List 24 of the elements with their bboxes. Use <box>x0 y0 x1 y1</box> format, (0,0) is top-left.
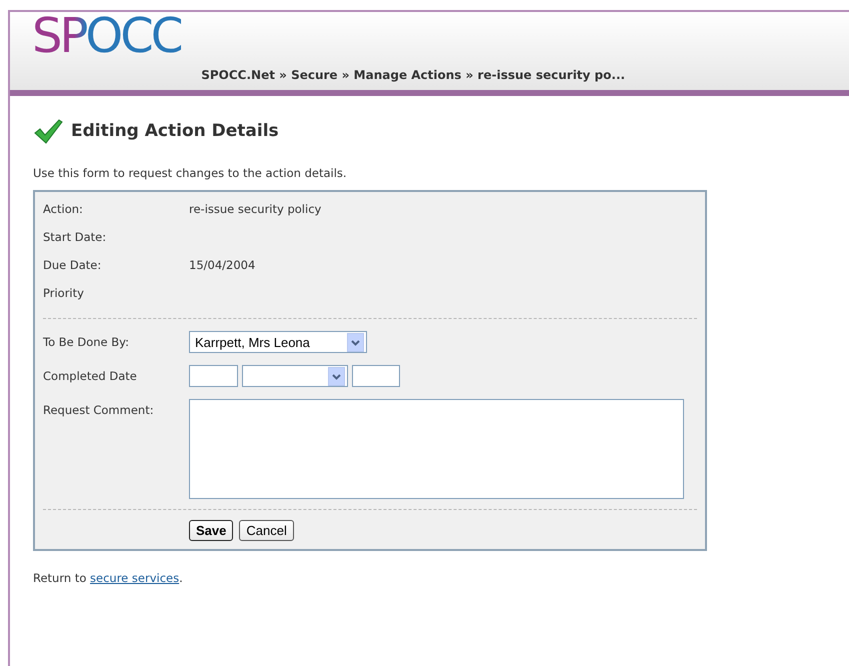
detail-value: 15/04/2004 <box>189 257 256 272</box>
month-dropdown[interactable] <box>242 365 348 387</box>
detail-label: Due Date: <box>43 257 102 272</box>
cancel-button[interactable]: Cancel <box>239 520 294 541</box>
page-title: Editing Action Details <box>71 121 279 141</box>
detail-label: Start Date: <box>43 229 108 244</box>
intro-text: Use this form to request changes to the action details. <box>33 166 348 180</box>
comment-field[interactable] <box>189 399 684 499</box>
year-field[interactable] <box>352 365 400 387</box>
dropdown-caret-icon <box>328 366 345 386</box>
breadcrumb: SPOCC.Net » Secure » Manage Actions » re-issue security po... <box>201 68 626 84</box>
save-button[interactable]: Save <box>189 520 234 541</box>
dropdown-caret-icon <box>347 332 364 352</box>
field-label: Request Comment: <box>43 402 155 417</box>
services-link[interactable]: secure services <box>90 571 180 585</box>
field-label: To Be Done By: <box>43 334 130 349</box>
day-field[interactable] <box>189 365 238 387</box>
return-text: Return to secure services. <box>33 571 184 585</box>
checkmark-icon <box>33 118 63 144</box>
detail-label: Action: <box>43 201 84 216</box>
detail-label: Priority <box>43 285 85 300</box>
person-dropdown[interactable]: Karrpett, Mrs Leona <box>189 331 367 353</box>
detail-value: re-issue security policy <box>189 201 322 216</box>
field-label: Completed Date <box>43 368 138 383</box>
